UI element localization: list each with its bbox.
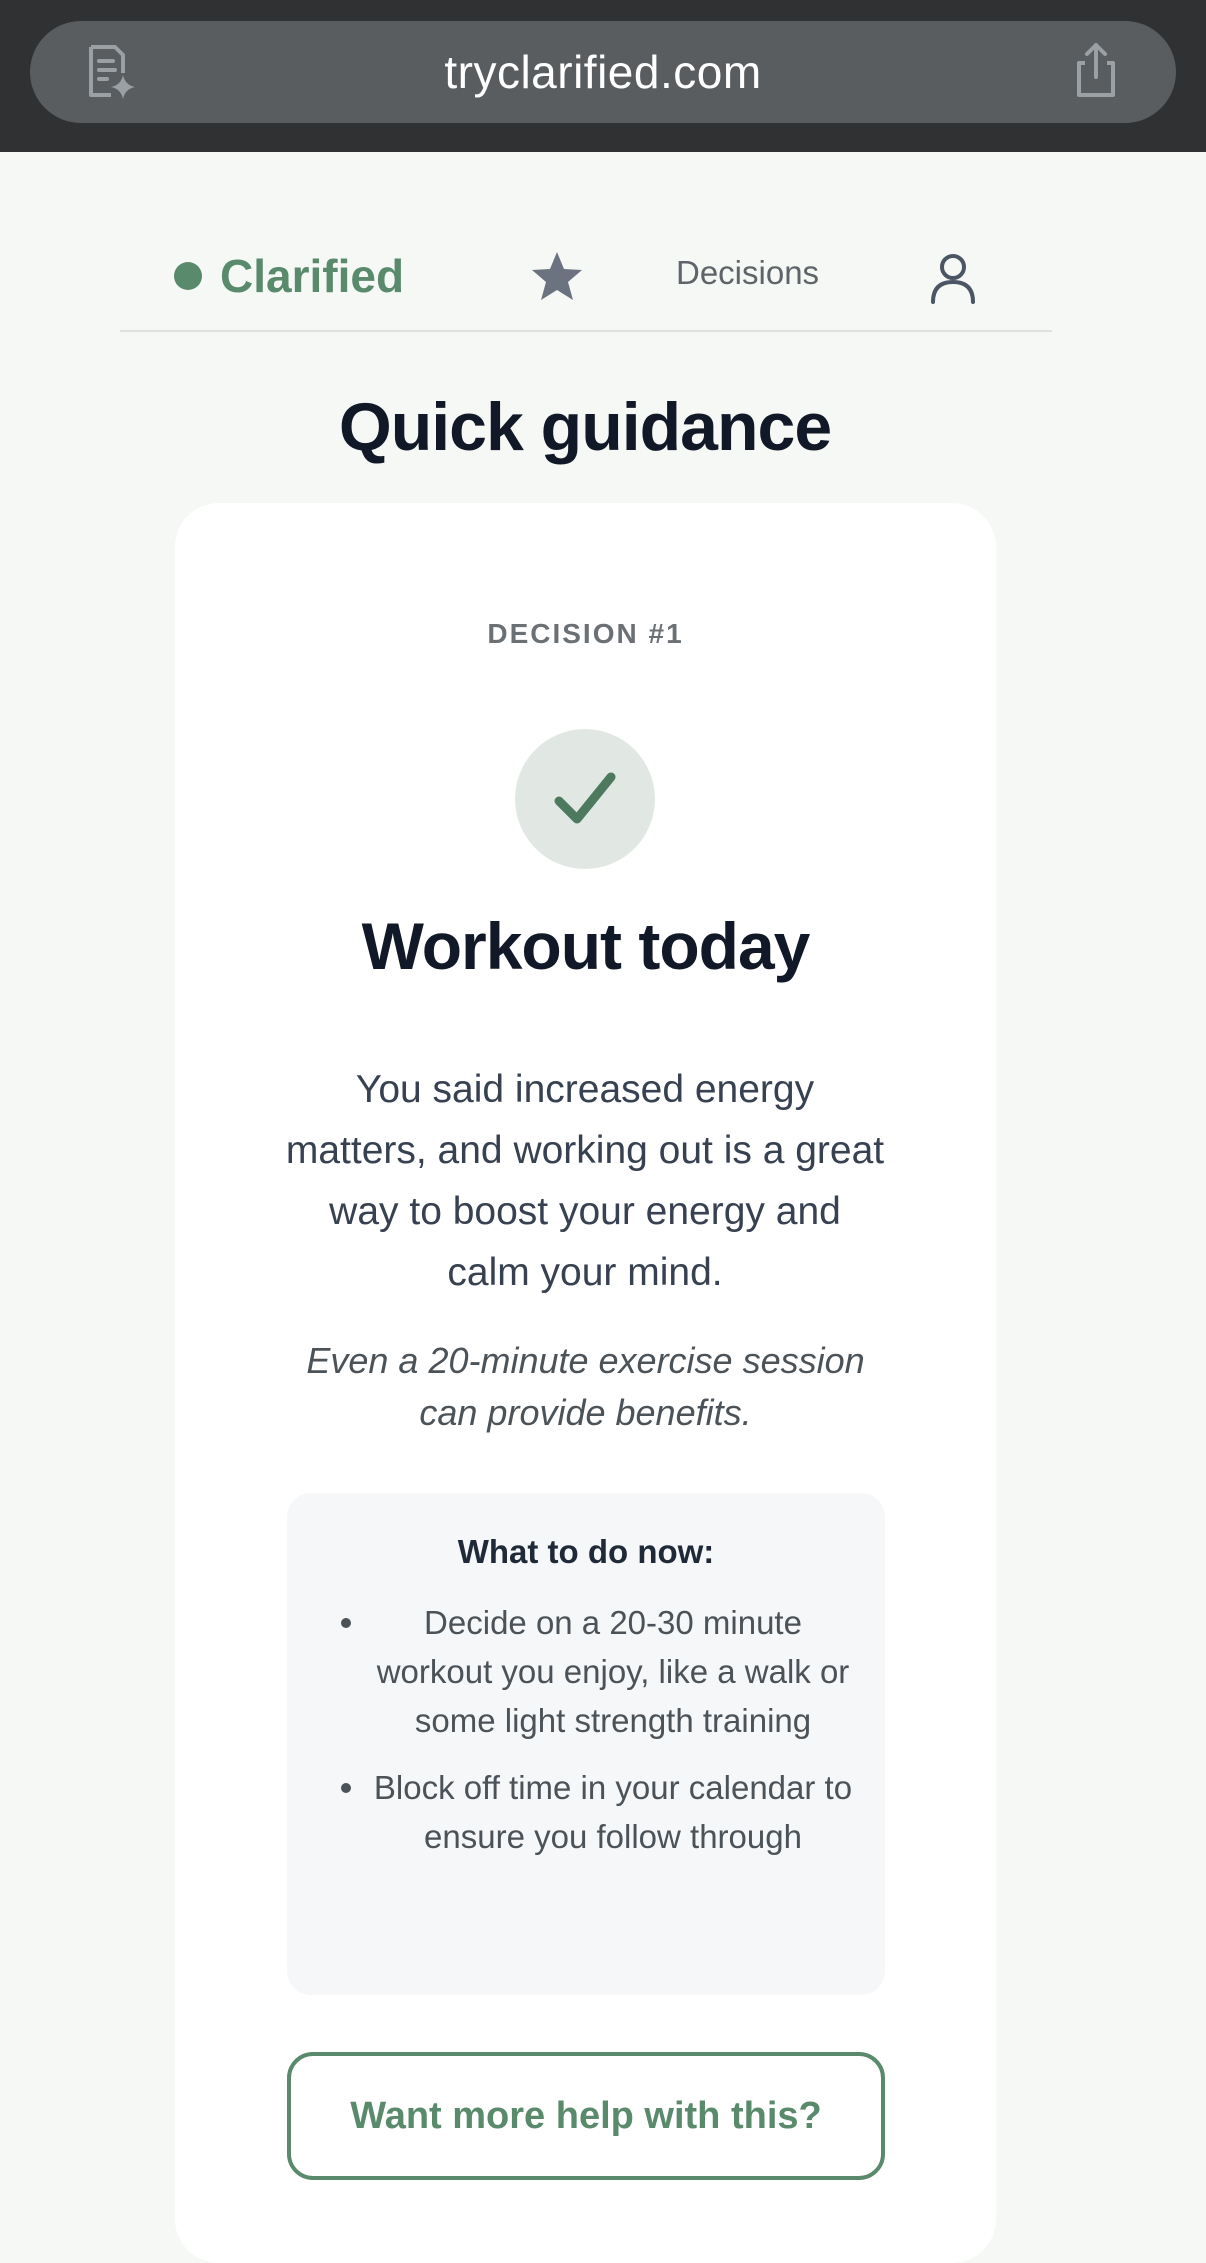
bullet-icon (341, 1618, 351, 1628)
todo-list: Decide on a 20-30 minute workout you enj… (287, 1598, 885, 1879)
todo-item-text: Block off time in your calendar to ensur… (373, 1769, 853, 1855)
nav-decisions-link[interactable]: Decisions (676, 254, 819, 292)
check-badge (515, 729, 655, 869)
bullet-icon (341, 1783, 351, 1793)
brand-logo[interactable]: Clarified (174, 246, 404, 306)
todo-heading: What to do now: (457, 1533, 715, 1570)
decision-title: Workout today (361, 909, 811, 983)
url-text[interactable]: tryclarified.com (30, 21, 1176, 123)
decision-number-label: DECISION #1 (487, 618, 684, 649)
user-icon[interactable] (925, 250, 981, 306)
decision-note: Even a 20-minute exercise session can pr… (306, 1340, 865, 1433)
share-icon[interactable] (1063, 39, 1129, 105)
star-icon[interactable] (528, 248, 586, 306)
decision-explanation: You said increased energy matters, and w… (285, 1068, 885, 1294)
list-item: Decide on a 20-30 minute workout you enj… (287, 1598, 885, 1745)
todo-panel: What to do now: Decide on a 20-30 minute… (287, 1493, 885, 1995)
todo-item-text: Decide on a 20-30 minute workout you enj… (376, 1604, 850, 1739)
brand-name: Clarified (220, 250, 405, 302)
list-item: Block off time in your calendar to ensur… (287, 1763, 885, 1861)
check-icon (554, 772, 616, 824)
browser-toolbar: tryclarified.com (0, 0, 1206, 152)
brand-dot-icon (174, 262, 202, 290)
top-nav: Clarified Decisions (120, 230, 1052, 332)
more-help-button[interactable]: Want more help with this? (287, 2052, 885, 2180)
page-title: Quick guidance (338, 389, 832, 465)
address-bar[interactable]: tryclarified.com (30, 21, 1176, 123)
decision-card: DECISION #1 Workout today You said incre… (175, 503, 996, 2263)
